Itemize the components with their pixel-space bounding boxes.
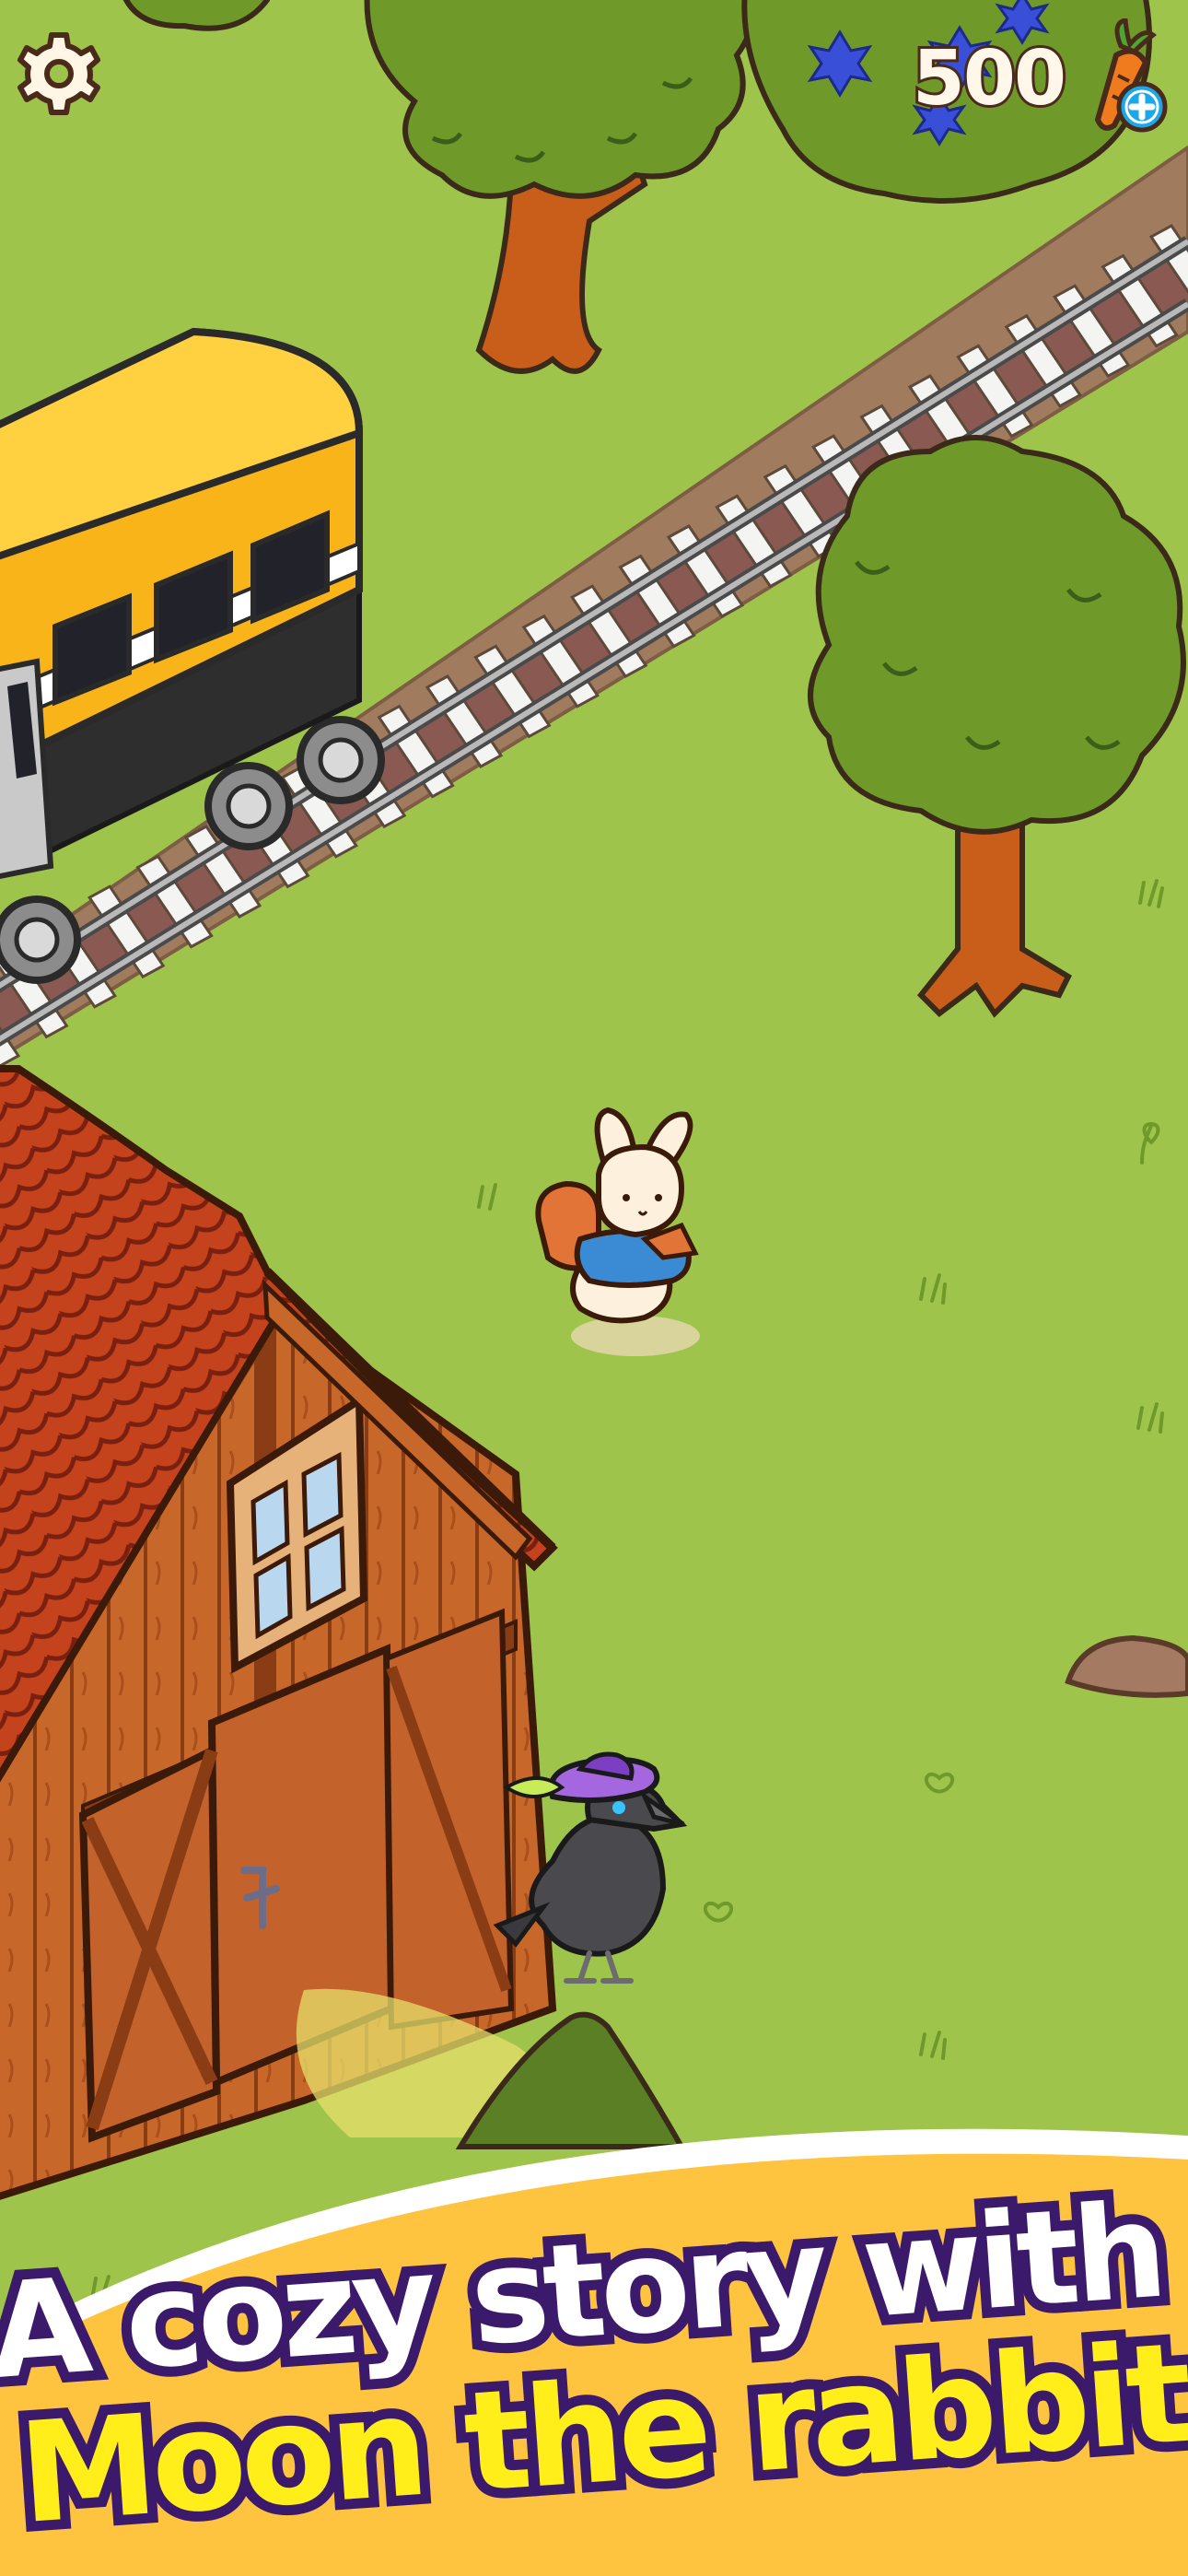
gear-icon [17, 32, 100, 115]
currency-amount: 500 [910, 32, 1069, 125]
add-currency-button[interactable] [1070, 18, 1171, 138]
plus-icon [1116, 81, 1168, 133]
game-screen: 500 A cozy story with Moon the rabbit [0, 0, 1188, 2576]
currency-counter: 500 [910, 18, 1171, 138]
settings-button[interactable] [13, 26, 114, 127]
